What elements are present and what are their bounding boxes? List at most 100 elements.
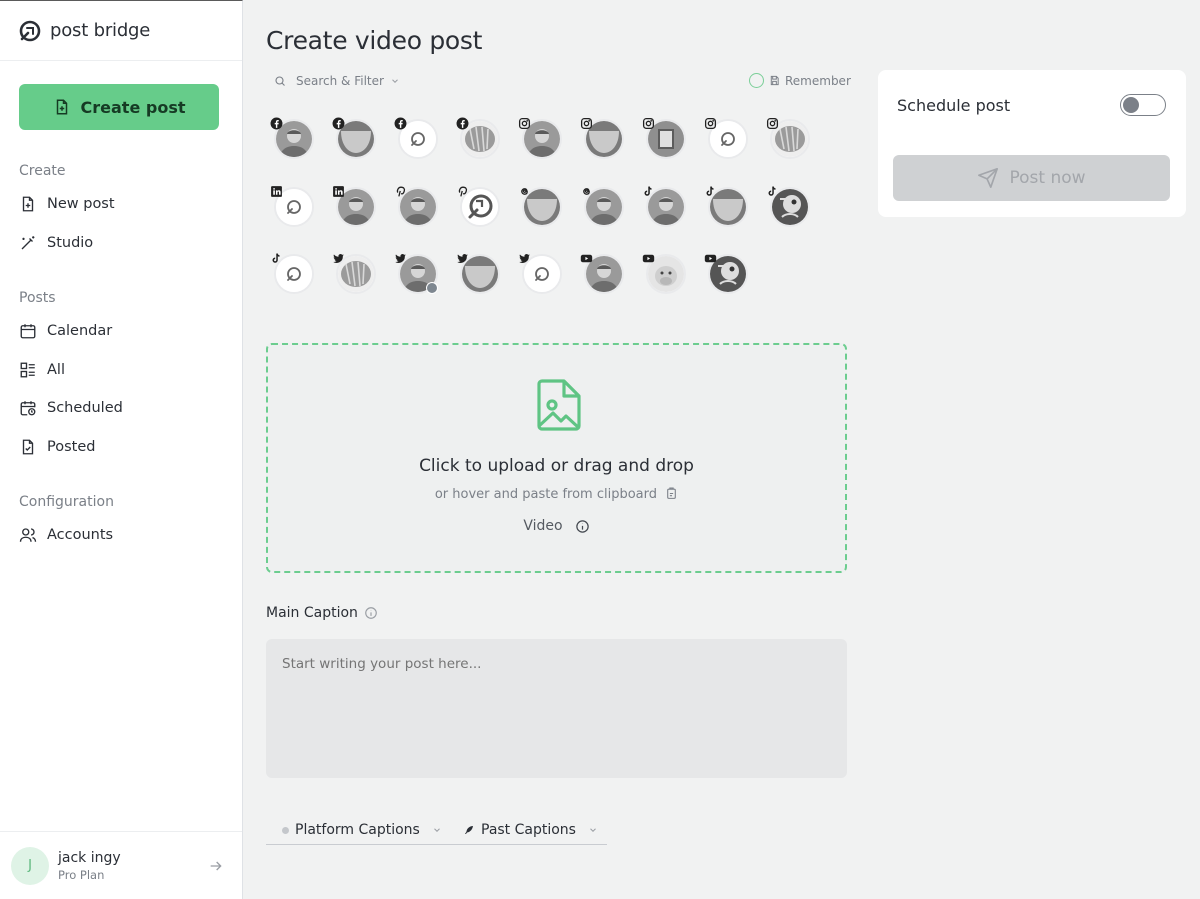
page-title: Create video post	[266, 26, 483, 55]
account-avatar-twitter[interactable]	[456, 250, 502, 296]
account-avatar-instagram[interactable]	[642, 115, 688, 161]
remember-checkbox[interactable]	[749, 73, 764, 88]
upload-type-label: Video	[523, 518, 563, 534]
save-icon	[770, 75, 779, 86]
sidebar-item-label: Posted	[47, 439, 96, 455]
account-avatar-linkedin[interactable]	[332, 183, 378, 229]
account-avatar-pinterest[interactable]	[394, 183, 440, 229]
account-avatar-facebook[interactable]	[394, 115, 440, 161]
account-avatar-instagram[interactable]	[580, 115, 626, 161]
tiktok-icon	[766, 183, 779, 196]
account-avatar-instagram[interactable]	[766, 115, 812, 161]
sidebar: post bridge Create post Create New post …	[0, 0, 243, 899]
tab-past-captions[interactable]: Past Captions	[463, 822, 598, 838]
sidebar-item-label: Studio	[47, 235, 94, 251]
schedule-post-label: Schedule post	[897, 96, 1011, 115]
instagram-icon	[580, 115, 593, 130]
facebook-icon	[456, 115, 469, 130]
magic-wand-icon	[21, 236, 35, 250]
account-avatar-facebook[interactable]	[332, 115, 378, 161]
sidebar-item-scheduled[interactable]: Scheduled	[19, 396, 123, 420]
account-avatar-tiktok[interactable]	[270, 250, 316, 296]
threads-icon	[518, 183, 531, 196]
sidebar-item-label: Accounts	[47, 527, 114, 543]
user-profile[interactable]: J jack ingy Pro Plan	[0, 831, 242, 899]
youtube-icon	[580, 250, 593, 263]
account-avatar-threads[interactable]	[580, 183, 626, 229]
sidebar-item-label: Scheduled	[47, 400, 123, 416]
sidebar-item-label: Calendar	[47, 323, 113, 339]
account-avatar-pinterest[interactable]	[456, 183, 502, 229]
tiktok-icon	[270, 250, 283, 263]
sidebar-item-label: New post	[47, 196, 115, 212]
post-bridge-logo-icon	[19, 20, 41, 41]
arrow-right-icon[interactable]	[208, 858, 224, 874]
upload-type: Video	[268, 518, 845, 534]
account-avatar-youtube[interactable]	[580, 250, 626, 296]
account-avatar-facebook[interactable]	[270, 115, 316, 161]
clipboard-icon	[667, 487, 676, 499]
tab-label: Past Captions	[481, 822, 576, 838]
account-avatar-tiktok[interactable]	[704, 183, 750, 229]
pinterest-icon	[394, 183, 407, 197]
user-name: jack ingy	[58, 849, 121, 866]
sidebar-item-label: All	[47, 362, 65, 378]
search-filter-button[interactable]: Search & Filter	[274, 74, 400, 88]
user-plan: Pro Plan	[58, 867, 105, 882]
sidebar-item-new-post[interactable]: New post	[19, 192, 115, 216]
account-avatar-youtube[interactable]	[704, 250, 750, 296]
account-avatar-tiktok[interactable]	[642, 183, 688, 229]
status-dot	[282, 826, 289, 834]
file-check-icon	[22, 439, 34, 455]
upload-subtitle: or hover and paste from clipboard	[268, 487, 845, 502]
caption-tabs: Platform Captions Past Captions	[266, 818, 607, 845]
twitter-icon	[394, 250, 407, 263]
brand[interactable]: post bridge	[0, 1, 242, 61]
account-avatar-threads[interactable]	[518, 183, 564, 229]
account-avatar-linkedin[interactable]	[270, 183, 316, 229]
account-avatar-twitter[interactable]	[332, 250, 378, 296]
info-icon[interactable]	[364, 606, 378, 620]
main-caption-label-text: Main Caption	[266, 605, 358, 621]
create-post-label: Create post	[80, 97, 186, 117]
schedule-toggle[interactable]	[1120, 94, 1166, 116]
sidebar-item-posted[interactable]: Posted	[19, 435, 95, 459]
account-avatar-instagram[interactable]	[518, 115, 564, 161]
linkedin-icon	[332, 183, 345, 197]
verified-icon	[426, 282, 438, 294]
upload-dropzone[interactable]: Click to upload or drag and drop or hove…	[266, 343, 847, 573]
tiktok-icon	[704, 183, 717, 196]
twitter-icon	[456, 250, 469, 263]
info-icon[interactable]	[575, 519, 590, 534]
users-icon	[19, 528, 37, 542]
instagram-icon	[704, 115, 717, 130]
sidebar-item-accounts[interactable]: Accounts	[19, 523, 113, 547]
post-now-label: Post now	[1009, 168, 1086, 188]
upload-title: Click to upload or drag and drop	[419, 456, 694, 476]
send-icon	[978, 168, 999, 188]
facebook-icon	[332, 115, 345, 130]
account-avatar-twitter[interactable]	[394, 250, 440, 296]
youtube-icon	[642, 250, 655, 263]
main-caption-label: Main Caption	[266, 605, 378, 621]
account-avatar-youtube[interactable]	[642, 250, 688, 296]
sidebar-item-calendar[interactable]: Calendar	[19, 319, 112, 343]
search-filter-label: Search & Filter	[296, 74, 384, 88]
linkedin-icon	[270, 183, 283, 197]
main-caption-input[interactable]	[266, 639, 847, 778]
sidebar-item-all[interactable]: All	[19, 358, 65, 382]
sidebar-item-studio[interactable]: Studio	[19, 231, 93, 255]
post-now-button[interactable]: Post now	[893, 155, 1170, 201]
account-avatar-facebook[interactable]	[456, 115, 502, 161]
tab-platform-captions[interactable]: Platform Captions	[282, 822, 442, 838]
feather-icon	[465, 826, 473, 834]
remember-toggle[interactable]: Remember	[749, 73, 851, 88]
chevron-down-icon	[433, 828, 440, 832]
remember-label: Remember	[785, 73, 851, 88]
upload-subtitle-text: or hover and paste from clipboard	[434, 487, 657, 502]
account-avatar-instagram[interactable]	[704, 115, 750, 161]
create-post-button[interactable]: Create post	[19, 84, 219, 130]
account-avatar-twitter[interactable]	[518, 250, 564, 296]
account-avatar-tiktok[interactable]	[766, 183, 812, 229]
list-icon	[20, 362, 35, 378]
